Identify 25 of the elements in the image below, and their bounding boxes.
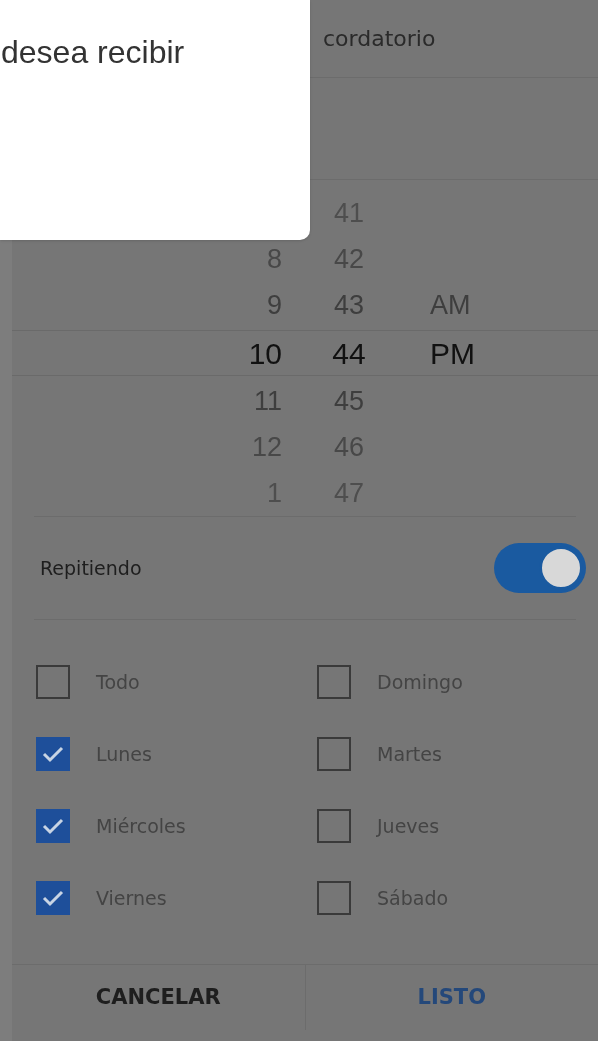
repeat-label: Repitiendo (40, 555, 142, 581)
hour-item[interactable]: 11 (253, 385, 282, 416)
cancel-button[interactable]: CANCELAR (12, 965, 306, 1030)
repeat-toggle[interactable] (494, 543, 586, 593)
minute-item[interactable]: 45 (333, 385, 364, 416)
period-item[interactable]: AM (430, 289, 471, 320)
checkbox[interactable] (317, 737, 351, 771)
hour-item[interactable]: 9 (266, 289, 282, 320)
check-icon (41, 888, 65, 908)
check-icon (41, 744, 65, 764)
minute-item[interactable]: 43 (333, 289, 364, 320)
dialog-title: cordatorio (323, 25, 436, 53)
minute-item[interactable]: 44 (332, 336, 366, 370)
hour-item[interactable]: 10 (248, 336, 282, 370)
tooltip-text: desea recibir (1, 33, 185, 72)
checkbox[interactable] (317, 881, 351, 915)
check-icon (41, 816, 65, 836)
checkbox[interactable] (36, 737, 70, 771)
checkbox[interactable] (317, 809, 351, 843)
checkbox[interactable] (36, 665, 70, 699)
period-item[interactable]: PM (430, 336, 475, 370)
checkbox[interactable] (317, 665, 351, 699)
checkbox[interactable] (36, 881, 70, 915)
done-button[interactable]: LISTO (305, 965, 598, 1030)
checkbox[interactable] (36, 809, 70, 843)
